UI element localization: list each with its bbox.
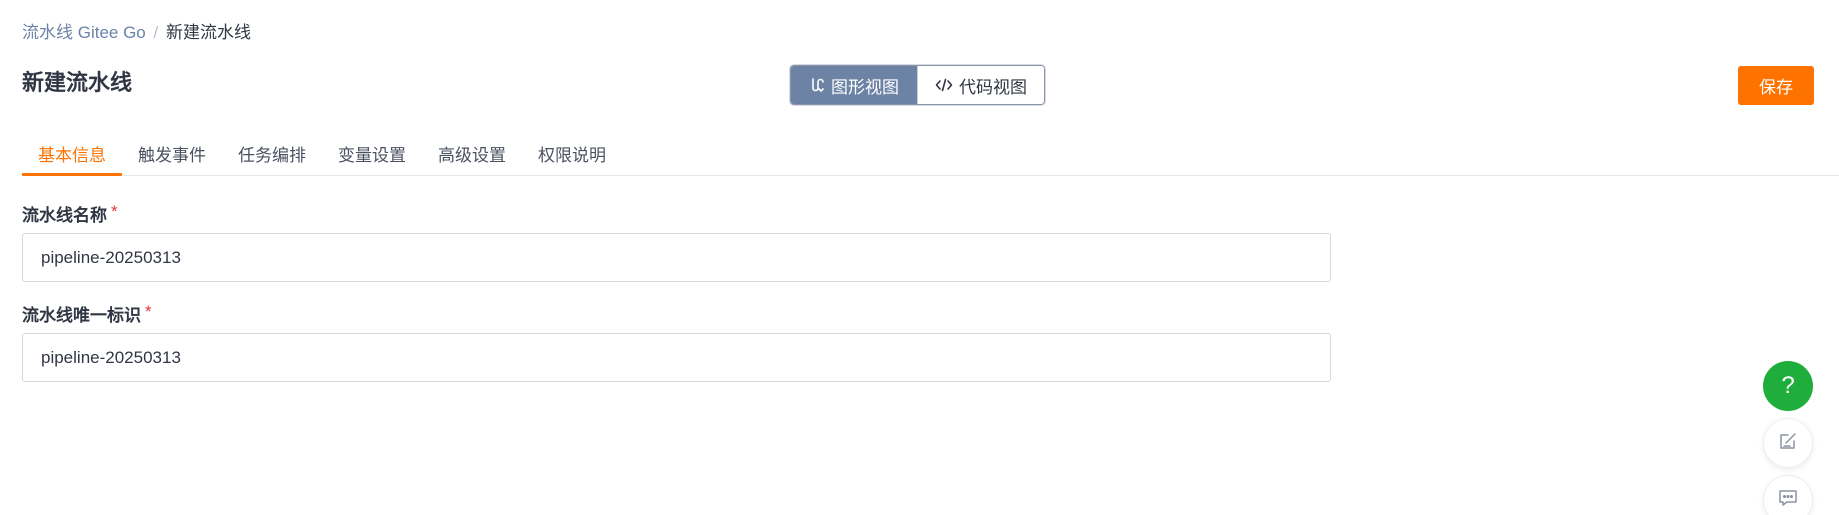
tab-permission-info[interactable]: 权限说明 xyxy=(522,140,622,175)
tab-task-orchestration[interactable]: 任务编排 xyxy=(222,140,322,175)
graphic-view-button[interactable]: 图形视图 xyxy=(791,66,917,104)
tab-trigger-events[interactable]: 触发事件 xyxy=(122,140,222,175)
help-button[interactable]: ? xyxy=(1763,361,1813,411)
pipeline-name-label: 流水线名称 * xyxy=(22,202,118,227)
save-button[interactable]: 保存 xyxy=(1738,66,1814,105)
pipeline-name-input[interactable] xyxy=(22,233,1331,282)
edit-note-icon xyxy=(1777,430,1799,457)
tab-variable-settings[interactable]: 变量设置 xyxy=(322,140,422,175)
pipeline-id-label-text: 流水线唯一标识 xyxy=(22,306,141,325)
pipeline-name-label-text: 流水线名称 xyxy=(22,206,107,225)
code-view-button[interactable]: 代码视图 xyxy=(917,66,1044,104)
page: 流水线 Gitee Go / 新建流水线 新建流水线 图形视图 代码视图 保存 … xyxy=(0,0,1839,515)
tab-advanced-settings[interactable]: 高级设置 xyxy=(422,140,522,175)
feedback-edit-button[interactable] xyxy=(1763,418,1813,468)
code-view-label: 代码视图 xyxy=(959,77,1027,97)
chat-button[interactable] xyxy=(1763,475,1813,515)
required-mark: * xyxy=(111,202,118,221)
flow-icon xyxy=(809,77,825,93)
view-switch: 图形视图 代码视图 xyxy=(790,65,1045,105)
breadcrumb-current: 新建流水线 xyxy=(165,23,251,42)
chat-bubble-icon xyxy=(1777,487,1799,514)
graphic-view-label: 图形视图 xyxy=(831,77,899,97)
pipeline-id-label: 流水线唯一标识 * xyxy=(22,302,152,327)
breadcrumb-separator: / xyxy=(153,23,159,42)
code-icon xyxy=(935,77,953,93)
page-title: 新建流水线 xyxy=(22,70,133,95)
required-mark: * xyxy=(145,302,152,321)
breadcrumb-link-pipelines[interactable]: 流水线 Gitee Go xyxy=(22,23,146,42)
pipeline-id-input[interactable] xyxy=(22,333,1331,382)
question-icon: ? xyxy=(1781,372,1795,399)
tab-bar: 基本信息 触发事件 任务编排 变量设置 高级设置 权限说明 xyxy=(22,140,1839,176)
tab-basic-info[interactable]: 基本信息 xyxy=(22,140,122,176)
breadcrumb: 流水线 Gitee Go / 新建流水线 xyxy=(22,22,251,44)
